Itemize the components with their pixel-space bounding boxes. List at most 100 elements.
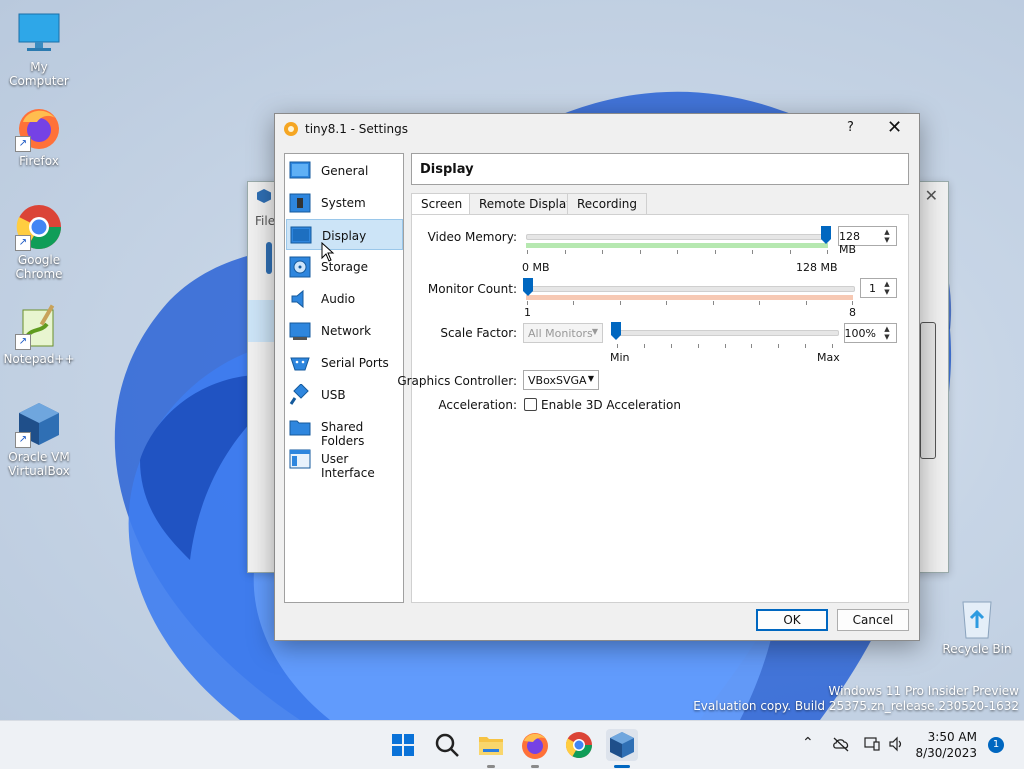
desktop-icon-label: My Computer	[9, 60, 69, 88]
serial-ports-icon	[290, 357, 310, 371]
screen-tab-page: Video Memory: 0 MB 128 MB 128 MB ▲ ▼ Moni…	[397, 214, 909, 603]
close-icon[interactable]: ✕	[925, 186, 938, 205]
clock[interactable]: 3:50 AM 8/30/2023	[915, 729, 977, 761]
volume-icon[interactable]	[888, 736, 904, 752]
shared-folders-icon	[289, 420, 311, 436]
sidebar-item-label: Serial Ports	[321, 356, 389, 370]
system-icon	[289, 193, 311, 213]
firefox-icon[interactable]	[519, 729, 551, 761]
sidebar-item-label: General	[321, 164, 369, 178]
chevron-down-icon: ▼	[591, 327, 598, 336]
spin-arrows-icon[interactable]: ▲ ▼	[880, 228, 894, 244]
settings-dialog[interactable]: tiny8.1 - Settings ? ✕ General System Di…	[274, 113, 920, 641]
video-memory-label: Video Memory:	[427, 230, 517, 244]
close-button[interactable]: ✕	[887, 117, 902, 138]
shortcut-arrow-icon: ↗	[15, 136, 31, 152]
notification-badge[interactable]: 1	[988, 737, 1004, 753]
enable-3d-acceleration-checkbox[interactable]	[524, 398, 537, 411]
enable-3d-acceleration-label[interactable]: Enable 3D Acceleration	[541, 398, 681, 412]
clock-date: 8/30/2023	[915, 746, 977, 760]
tab-recording[interactable]: Recording	[567, 193, 648, 216]
sidebar-item-system[interactable]: System	[286, 187, 403, 218]
sidebar-item-audio[interactable]: Audio	[286, 283, 403, 314]
slider-tick	[677, 250, 678, 254]
sidebar-item-user-interface[interactable]: User Interface	[286, 443, 403, 480]
desktop-icon-google-chrome[interactable]: ↗ Google Chrome	[1, 203, 77, 281]
file-explorer-icon[interactable]	[475, 729, 507, 761]
desktop-icon-recycle-bin[interactable]: Recycle Bin	[942, 596, 1012, 656]
sidebar-item-label: Display	[322, 229, 367, 243]
cancel-button[interactable]: Cancel	[837, 609, 909, 631]
monitor-count-max: 8	[849, 306, 856, 319]
spin-arrows-icon[interactable]: ▲ ▼	[880, 325, 894, 341]
monitor-count-track	[526, 286, 855, 292]
chevron-up-icon[interactable]: ⌃	[802, 735, 814, 751]
monitor-count-spinbox[interactable]: 1 ▲ ▼	[860, 278, 897, 298]
virtualbox-icon[interactable]	[606, 729, 638, 761]
video-memory-slider-thumb[interactable]	[821, 226, 831, 244]
chrome-icon[interactable]	[563, 729, 595, 761]
start-icon[interactable]	[387, 729, 419, 761]
sidebar-item-label: USB	[321, 388, 346, 402]
scale-factor-label: Scale Factor:	[440, 326, 517, 340]
taskbar: ⌃ 3:50 AM 8/30/2023 1	[0, 720, 1024, 769]
sidebar-item-label: Storage	[321, 260, 368, 274]
chrome-icon: ↗	[15, 203, 63, 251]
desktop-icon-label: Firefox	[19, 154, 59, 168]
vm-list-item[interactable]	[248, 300, 276, 342]
slider-tick	[573, 301, 574, 305]
sidebar-item-usb[interactable]: USB	[286, 379, 403, 410]
onedrive-offline-icon[interactable]	[832, 736, 850, 752]
desktop-icon-label: Notepad++	[3, 352, 75, 366]
slider-tick	[852, 301, 853, 305]
virtualbox-icon: ↗	[15, 400, 63, 448]
sidebar-item-display[interactable]: Display	[286, 219, 403, 250]
scale-factor-spinbox[interactable]: 100% ▲ ▼	[844, 323, 897, 343]
scale-factor-slider-thumb[interactable]	[611, 322, 621, 340]
desktop-icon-my-computer[interactable]: My Computer	[1, 10, 77, 88]
sidebar-item-label: Network	[321, 324, 372, 338]
shortcut-arrow-icon: ↗	[15, 432, 31, 448]
slider-tick	[640, 250, 641, 254]
desktop-icon-label: Recycle Bin	[942, 642, 1012, 656]
scale-factor-track	[612, 330, 839, 336]
spin-arrows-icon[interactable]: ▲ ▼	[880, 280, 894, 296]
desktop-icon-notepad-plus-plus[interactable]: ↗ Notepad++	[1, 302, 77, 366]
monitor-count-min: 1	[524, 306, 531, 319]
title-bar[interactable]: tiny8.1 - Settings ? ✕	[275, 114, 919, 144]
monitor-count-slider-thumb[interactable]	[523, 278, 533, 296]
ok-button[interactable]: OK	[756, 609, 828, 631]
desktop-icon-firefox[interactable]: ↗ Firefox	[1, 104, 77, 168]
help-button[interactable]: ?	[847, 120, 854, 135]
network-icon[interactable]	[864, 736, 880, 752]
monitor-count-value: 1	[869, 282, 876, 295]
preview-frame	[920, 322, 936, 459]
graphics-controller-value: VBoxSVGA	[528, 374, 587, 387]
desktop-icon-virtualbox[interactable]: ↗ Oracle VM VirtualBox	[1, 400, 77, 478]
slider-tick	[752, 250, 753, 254]
usb-icon	[289, 384, 309, 405]
scale-factor-monitor-value: All Monitors	[528, 327, 593, 340]
video-memory-ok-zone	[526, 243, 828, 248]
recycle-bin-icon	[962, 601, 992, 639]
dialog-title: tiny8.1 - Settings	[305, 122, 409, 136]
scale-factor-max: Max	[817, 351, 840, 364]
user-interface-icon	[289, 449, 311, 469]
windows-watermark: Windows 11 Pro Insider Preview Evaluatio…	[693, 684, 1019, 714]
settings-gear-icon	[284, 122, 298, 136]
sidebar-item-network[interactable]: Network	[286, 315, 403, 346]
scale-factor-monitor-select[interactable]: All Monitors ▼	[523, 323, 603, 343]
sidebar-item-shared-folders[interactable]: Shared Folders	[286, 411, 403, 448]
sidebar-item-storage[interactable]: Storage	[286, 251, 403, 282]
slider-tick	[698, 344, 699, 348]
slider-tick	[715, 250, 716, 254]
shortcut-arrow-icon: ↗	[15, 334, 31, 350]
video-memory-value: 128 MB	[839, 230, 860, 256]
search-icon[interactable]	[431, 729, 463, 761]
menu-file[interactable]: File	[255, 214, 275, 228]
sidebar-item-general[interactable]: General	[286, 155, 403, 186]
graphics-controller-select[interactable]: VBoxSVGA ▼	[523, 370, 599, 390]
scale-factor-min: Min	[610, 351, 630, 364]
sidebar-item-serial-ports[interactable]: Serial Ports	[286, 347, 403, 378]
video-memory-spinbox[interactable]: 128 MB ▲ ▼	[838, 226, 897, 256]
